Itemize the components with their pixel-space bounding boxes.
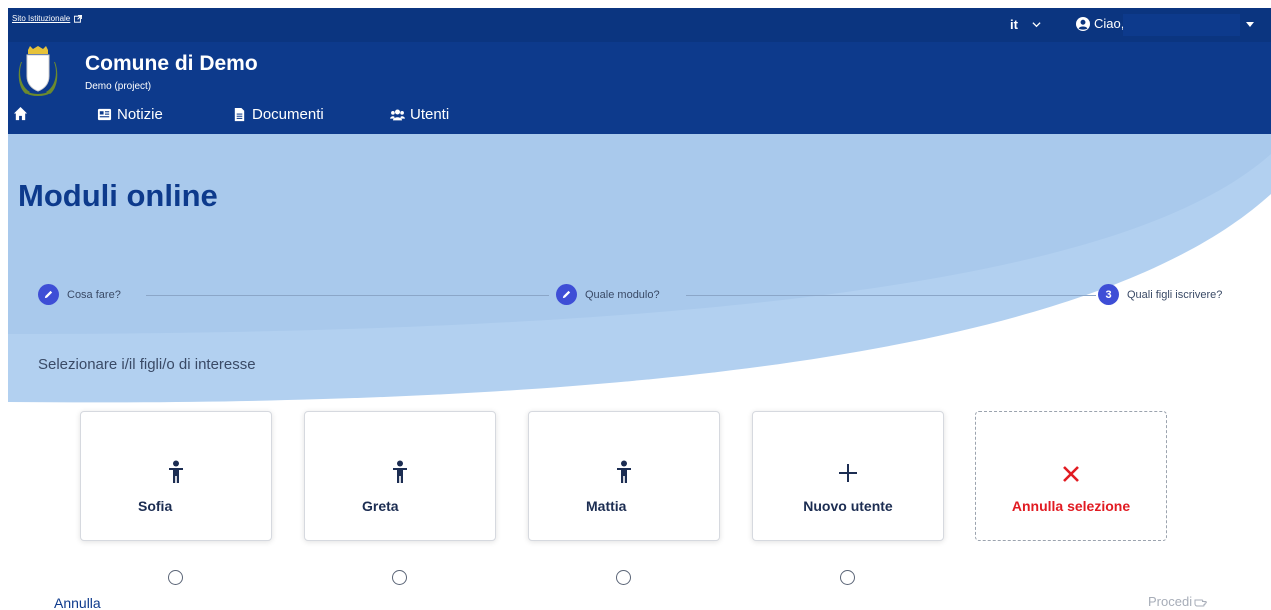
user-name-box[interactable]: [1123, 14, 1240, 36]
step-label: Quali figli iscrivere?: [1127, 288, 1223, 301]
proceed-button[interactable]: Procedi: [1148, 594, 1208, 609]
card-label: Mattia: [586, 498, 627, 514]
user-circle-icon: [1076, 16, 1090, 31]
user-menu[interactable]: Ciao,: [1076, 16, 1124, 31]
site-header: Comune di Demo Demo (project) Notizie Do…: [8, 42, 1271, 134]
proceed-label: Procedi: [1148, 594, 1193, 609]
municipal-crest-logo: [18, 46, 58, 96]
child-card-mattia[interactable]: Mattia: [528, 411, 720, 541]
nav-documenti-label: Documenti: [252, 106, 324, 123]
language-selector[interactable]: it: [1010, 17, 1041, 32]
institutional-site-label: Sito Istituzionale: [12, 14, 71, 23]
radio-nuovo-utente[interactable]: [840, 570, 855, 585]
card-label: Greta: [362, 498, 399, 514]
nav-utenti[interactable]: Utenti: [390, 106, 449, 123]
pencil-icon: [562, 290, 571, 299]
card-label: Annulla selezione: [1011, 498, 1131, 514]
pencil-icon: [44, 290, 53, 299]
nav-notizie[interactable]: Notizie: [97, 106, 163, 123]
step-quale-modulo[interactable]: Quale modulo?: [556, 284, 660, 305]
hero-section: Moduli online Cosa fare? Quale modulo? 3…: [8, 134, 1271, 404]
stepper-connector: [146, 295, 549, 296]
step-label: Cosa fare?: [67, 288, 121, 301]
card-label: Sofia: [138, 498, 173, 514]
caret-down-icon[interactable]: [1246, 22, 1254, 27]
users-icon: [390, 109, 405, 121]
child-card-sofia[interactable]: Sofia: [80, 411, 272, 541]
page-title: Moduli online: [18, 178, 218, 213]
step-done-badge: [556, 284, 577, 305]
new-user-card[interactable]: Nuovo utente: [752, 411, 944, 541]
step-cosa-fare[interactable]: Cosa fare?: [38, 284, 121, 305]
institutional-site-link[interactable]: Sito Istituzionale: [12, 14, 83, 23]
child-icon: [393, 460, 407, 483]
site-title[interactable]: Comune di Demo: [85, 52, 258, 76]
child-card-greta[interactable]: Greta: [304, 411, 496, 541]
clear-selection-card[interactable]: Annulla selezione: [975, 411, 1167, 541]
child-icon: [169, 460, 183, 483]
nav-documenti[interactable]: Documenti: [232, 106, 324, 123]
step-done-badge: [38, 284, 59, 305]
language-label: it: [1010, 17, 1018, 32]
step-number-badge: 3: [1098, 284, 1119, 305]
radio-greta[interactable]: [392, 570, 407, 585]
chevron-down-icon: [1032, 22, 1041, 28]
file-icon: [234, 107, 245, 122]
stepper-connector: [686, 295, 1096, 296]
nav-home[interactable]: [13, 106, 28, 121]
top-utility-bar: Sito Istituzionale it Ciao,: [8, 8, 1271, 42]
step-quali-figli: 3 Quali figli iscrivere?: [1098, 284, 1222, 305]
site-subtitle: Demo (project): [85, 81, 152, 92]
home-icon: [13, 106, 28, 121]
main-nav: Notizie Documenti Utenti: [8, 106, 1271, 130]
stepper: Cosa fare? Quale modulo? 3 Quali figli i…: [38, 284, 1241, 305]
selection-prompt: Selezionare i/il figli/o di interesse: [38, 356, 256, 373]
x-icon: [1063, 466, 1079, 482]
child-icon: [617, 460, 631, 483]
user-greeting: Ciao,: [1094, 16, 1125, 31]
nav-utenti-label: Utenti: [410, 106, 450, 123]
card-label: Nuovo utente: [803, 498, 893, 514]
step-label: Quale modulo?: [585, 288, 660, 301]
radio-mattia[interactable]: [616, 570, 631, 585]
nav-notizie-label: Notizie: [117, 106, 163, 123]
hand-pointer-icon: [1194, 599, 1207, 606]
plus-icon: [839, 464, 857, 482]
cancel-link[interactable]: Annulla: [54, 595, 101, 610]
newspaper-icon: [97, 108, 112, 121]
radio-sofia[interactable]: [168, 570, 183, 585]
page: Sito Istituzionale it Ciao, Comune di De…: [0, 0, 1271, 610]
external-link-icon: [74, 14, 83, 23]
